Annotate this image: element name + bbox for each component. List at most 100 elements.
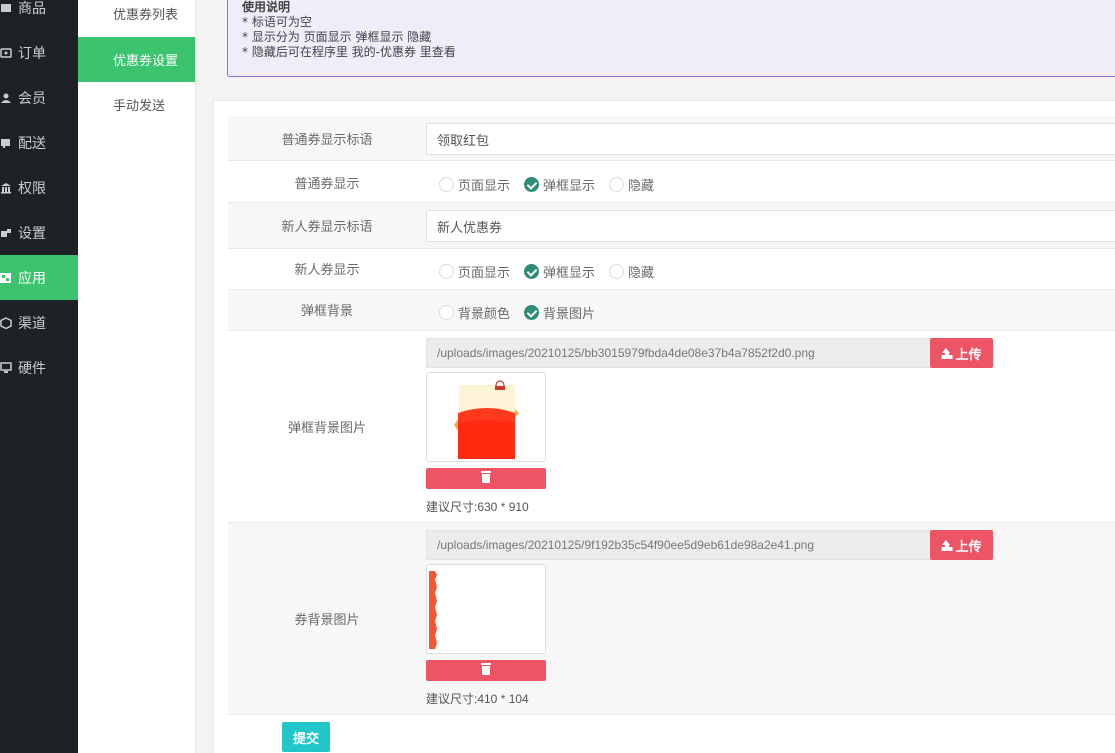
main-sidebar: 商品 订单 会员 配送 权限 设置 应用 渠道 硬件 (0, 0, 78, 753)
radio-label: 隐藏 (628, 179, 655, 194)
sidebar-item-label: 商品 (18, 0, 46, 17)
newbie-display-radio-group: 页面显示 弹框显示 隐藏 (439, 262, 668, 281)
main-content: 使用说明 * 标语可为空 * 显示分为 页面显示 弹框显示 隐藏 * 隐藏后可在… (196, 0, 1115, 753)
radio-circle[interactable] (439, 305, 454, 320)
popup-bg-delete-button[interactable] (426, 468, 546, 489)
radio-page-display[interactable]: 页面显示 (439, 175, 510, 194)
sidebar-item-permission[interactable]: 权限 (0, 165, 78, 210)
coupon-bg-upload-button[interactable]: 上传 (930, 530, 993, 560)
red-envelope-image (454, 380, 519, 459)
trash-icon (481, 471, 491, 483)
order-icon (0, 47, 12, 59)
sidebar-item-label: 权限 (18, 180, 46, 197)
coupon-bg-image-path-input[interactable]: /uploads/images/20210125/9f192b35c54f90e… (426, 530, 931, 560)
popup-bg-radio-group: 背景颜色 背景图片 (439, 303, 609, 322)
radio-popup-display[interactable]: 弹框显示 (524, 175, 595, 194)
radio-label: 页面显示 (458, 266, 511, 281)
radio-label: 页面显示 (458, 179, 511, 194)
field-label: 券背景图片 (294, 613, 360, 628)
sidebar-item-label: 会员 (18, 90, 46, 107)
sidebar-item-label: 硬件 (18, 360, 46, 377)
product-icon (0, 2, 12, 14)
size-hint: 建议尺寸:630 * 910 (426, 500, 529, 514)
sidebar-item-members[interactable]: 会员 (0, 75, 78, 120)
coupon-bg-image-preview (426, 564, 546, 654)
member-icon (0, 92, 12, 104)
coupon-strip-image (427, 565, 545, 653)
sidebar-item-hardware[interactable]: 硬件 (0, 345, 78, 390)
form-row-popup-bg: 弹框背景 背景颜色 背景图片 (228, 290, 1115, 331)
radio-popup-display[interactable]: 弹框显示 (524, 262, 595, 281)
usage-notice: 使用说明 * 标语可为空 * 显示分为 页面显示 弹框显示 隐藏 * 隐藏后可在… (227, 0, 1115, 77)
radio-circle[interactable] (439, 177, 454, 192)
form-row-newbie-display: 新人券显示 页面显示 弹框显示 隐藏 (228, 249, 1115, 290)
radio-bg-image[interactable]: 背景图片 (524, 303, 595, 322)
size-hint: 建议尺寸:410 * 104 (426, 692, 529, 706)
popup-bg-upload-button[interactable]: 上传 (930, 338, 993, 368)
radio-label: 隐藏 (628, 266, 655, 281)
field-label: 弹框背景图片 (287, 421, 366, 436)
radio-circle[interactable] (439, 264, 454, 279)
newbie-slogan-input[interactable] (426, 210, 1115, 242)
field-label: 普通券显示标语 (281, 133, 373, 148)
notice-line: * 标语可为空 (242, 15, 312, 29)
upload-icon (941, 539, 952, 551)
submenu-item-label: 优惠券列表 (113, 8, 179, 23)
normal-display-radio-group: 页面显示 弹框显示 隐藏 (439, 175, 668, 194)
submenu-item-coupon-list[interactable]: 优惠券列表 (78, 0, 195, 36)
notice-title: 使用说明 (242, 0, 291, 14)
radio-circle[interactable] (609, 264, 625, 279)
settings-form-panel: 普通券显示标语 普通券显示 页面显示 弹框显示 隐藏 新人券显示标语 新人券显示… (213, 100, 1115, 753)
delivery-icon (0, 137, 12, 149)
normal-slogan-input[interactable] (426, 123, 1115, 155)
sidebar-item-channel[interactable]: 渠道 (0, 300, 78, 345)
sidebar-item-label: 渠道 (18, 315, 46, 332)
sidebar-item-products[interactable]: 商品 (0, 0, 78, 30)
channel-icon (0, 316, 12, 329)
sidebar-item-apps[interactable]: 应用 (0, 255, 78, 300)
radio-circle[interactable] (609, 177, 625, 192)
popup-bg-image-preview (426, 372, 546, 462)
settings-icon (0, 227, 12, 239)
form-row-normal-display: 普通券显示 页面显示 弹框显示 隐藏 (228, 161, 1115, 203)
sidebar-item-label: 订单 (18, 45, 46, 62)
form-row-coupon-bg-image: 券背景图片 /uploads/images/20210125/9f192b35c… (228, 523, 1115, 715)
submenu-item-manual-send[interactable]: 手动发送 (78, 82, 195, 127)
radio-hidden[interactable]: 隐藏 (609, 175, 654, 194)
sidebar-item-settings[interactable]: 设置 (0, 210, 78, 255)
upload-icon (941, 347, 952, 359)
radio-hidden[interactable]: 隐藏 (609, 262, 654, 281)
submit-button[interactable]: 提交 (282, 722, 330, 752)
hardware-icon (0, 361, 12, 374)
sidebar-item-label: 配送 (18, 135, 46, 152)
coupon-bg-delete-button[interactable] (426, 660, 546, 681)
form-row-normal-slogan: 普通券显示标语 (228, 116, 1115, 161)
notice-line: * 显示分为 页面显示 弹框显示 隐藏 (242, 30, 432, 44)
apps-icon (0, 272, 12, 284)
form-row-popup-bg-image: 弹框背景图片 /uploads/images/20210125/bb301597… (228, 331, 1115, 523)
notice-line: * 隐藏后可在程序里 我的-优惠券 里查看 (242, 45, 456, 59)
field-label: 新人券显示 (294, 263, 360, 278)
sidebar-item-label: 设置 (18, 225, 46, 242)
sidebar-item-delivery[interactable]: 配送 (0, 120, 78, 165)
radio-label: 背景图片 (543, 307, 596, 322)
radio-page-display[interactable]: 页面显示 (439, 262, 510, 281)
submenu-item-label: 优惠券设置 (113, 54, 179, 69)
trash-icon (481, 663, 491, 675)
radio-circle[interactable] (524, 177, 540, 192)
upload-label: 上传 (955, 539, 982, 555)
form-row-newbie-slogan: 新人券显示标语 (228, 203, 1115, 249)
field-label: 新人券显示标语 (281, 220, 373, 235)
field-label: 普通券显示 (294, 177, 360, 192)
submenu-item-coupon-settings[interactable]: 优惠券设置 (78, 37, 195, 82)
sidebar-item-orders[interactable]: 订单 (0, 30, 78, 75)
field-label: 弹框背景 (300, 304, 353, 319)
radio-label: 背景颜色 (458, 307, 511, 322)
coupon-submenu: 优惠券列表 优惠券设置 手动发送 (78, 0, 196, 753)
permission-icon (0, 182, 12, 194)
radio-circle[interactable] (524, 264, 540, 279)
radio-bg-color[interactable]: 背景颜色 (439, 303, 510, 322)
popup-bg-image-path-input[interactable]: /uploads/images/20210125/bb3015979fbda4d… (426, 338, 931, 368)
radio-circle[interactable] (524, 305, 540, 320)
radio-label: 弹框显示 (543, 266, 596, 281)
